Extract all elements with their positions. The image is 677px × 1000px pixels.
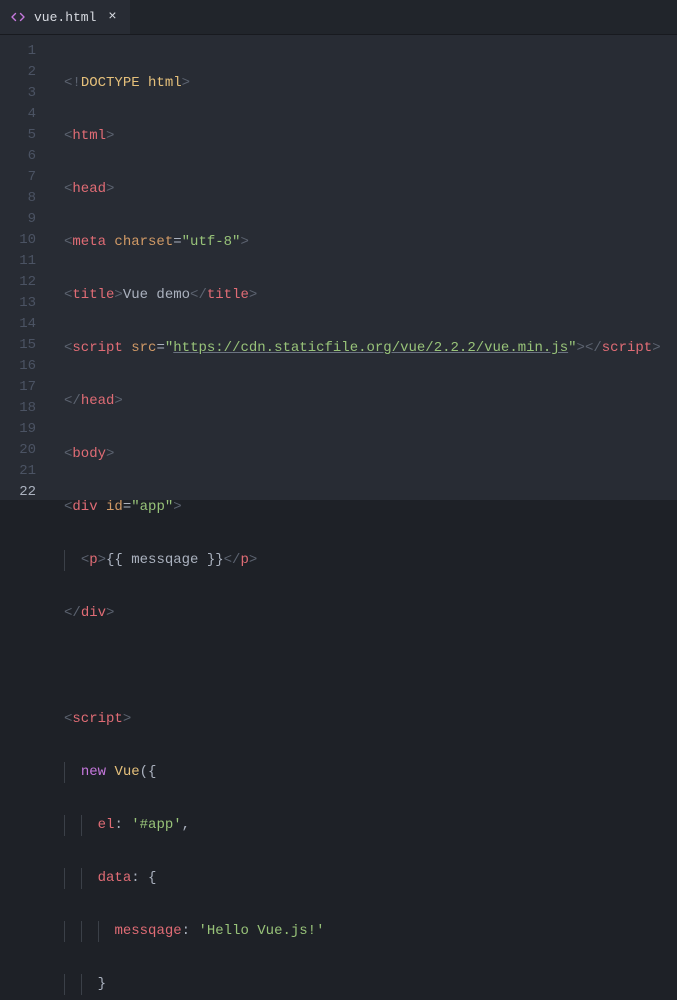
line-number: 16 [0,356,48,377]
indent-guide-icon [64,762,65,783]
line-number: 2 [0,62,48,83]
line-number: 21 [0,461,48,482]
line-number: 7 [0,167,48,188]
line-number: 4 [0,104,48,125]
indent-guide-icon [81,974,82,995]
code-line: new Vue({ [48,762,677,783]
tab-bar: vue.html × [0,0,677,35]
code-file-icon [10,9,26,25]
indent-guide-icon [81,868,82,889]
line-number: 12 [0,272,48,293]
line-number: 10 [0,230,48,251]
tab-filename: vue.html [34,10,96,25]
code-line: <!DOCTYPE html> [48,73,677,94]
code-line: <html> [48,126,677,147]
line-number: 18 [0,398,48,419]
indent-guide-icon [64,815,65,836]
code-line: <body> [48,444,677,465]
line-number: 13 [0,293,48,314]
code-line: } [48,974,677,995]
line-number: 15 [0,335,48,356]
line-number: 14 [0,314,48,335]
indent-guide-icon [64,868,65,889]
indent-guide-icon [81,815,82,836]
line-number: 20 [0,440,48,461]
code-line: <meta charset="utf-8"> [48,232,677,253]
line-number: 6 [0,146,48,167]
indent-guide-icon [64,550,65,571]
line-gutter: 1 2 3 4 5 6 7 8 9 10 11 12 13 14 15 16 1… [0,35,48,500]
code-line: <script src="https://cdn.staticfile.org/… [48,338,677,359]
code-line: <title>Vue demo</title> [48,285,677,306]
code-line: messqage: 'Hello Vue.js!' [48,921,677,942]
code-line [48,656,677,677]
indent-guide-icon [64,921,65,942]
close-icon[interactable]: × [104,9,120,25]
code-line: el: '#app', [48,815,677,836]
line-number: 8 [0,188,48,209]
tab-active[interactable]: vue.html × [0,0,130,34]
code-area[interactable]: <!DOCTYPE html> <html> <head> <meta char… [48,35,677,500]
code-line: <div id="app"> [48,497,677,518]
code-line: data: { [48,868,677,889]
code-line: </div> [48,603,677,624]
code-line: </head> [48,391,677,412]
line-number: 9 [0,209,48,230]
line-number: 3 [0,83,48,104]
line-number: 1 [0,41,48,62]
indent-guide-icon [81,921,82,942]
line-number: 11 [0,251,48,272]
indent-guide-icon [98,921,99,942]
line-number: 17 [0,377,48,398]
code-line: <p>{{ messqage }}</p> [48,550,677,571]
editor[interactable]: 1 2 3 4 5 6 7 8 9 10 11 12 13 14 15 16 1… [0,35,677,500]
line-number: 19 [0,419,48,440]
code-line: <script> [48,709,677,730]
line-number: 5 [0,125,48,146]
indent-guide-icon [64,974,65,995]
code-line: <head> [48,179,677,200]
